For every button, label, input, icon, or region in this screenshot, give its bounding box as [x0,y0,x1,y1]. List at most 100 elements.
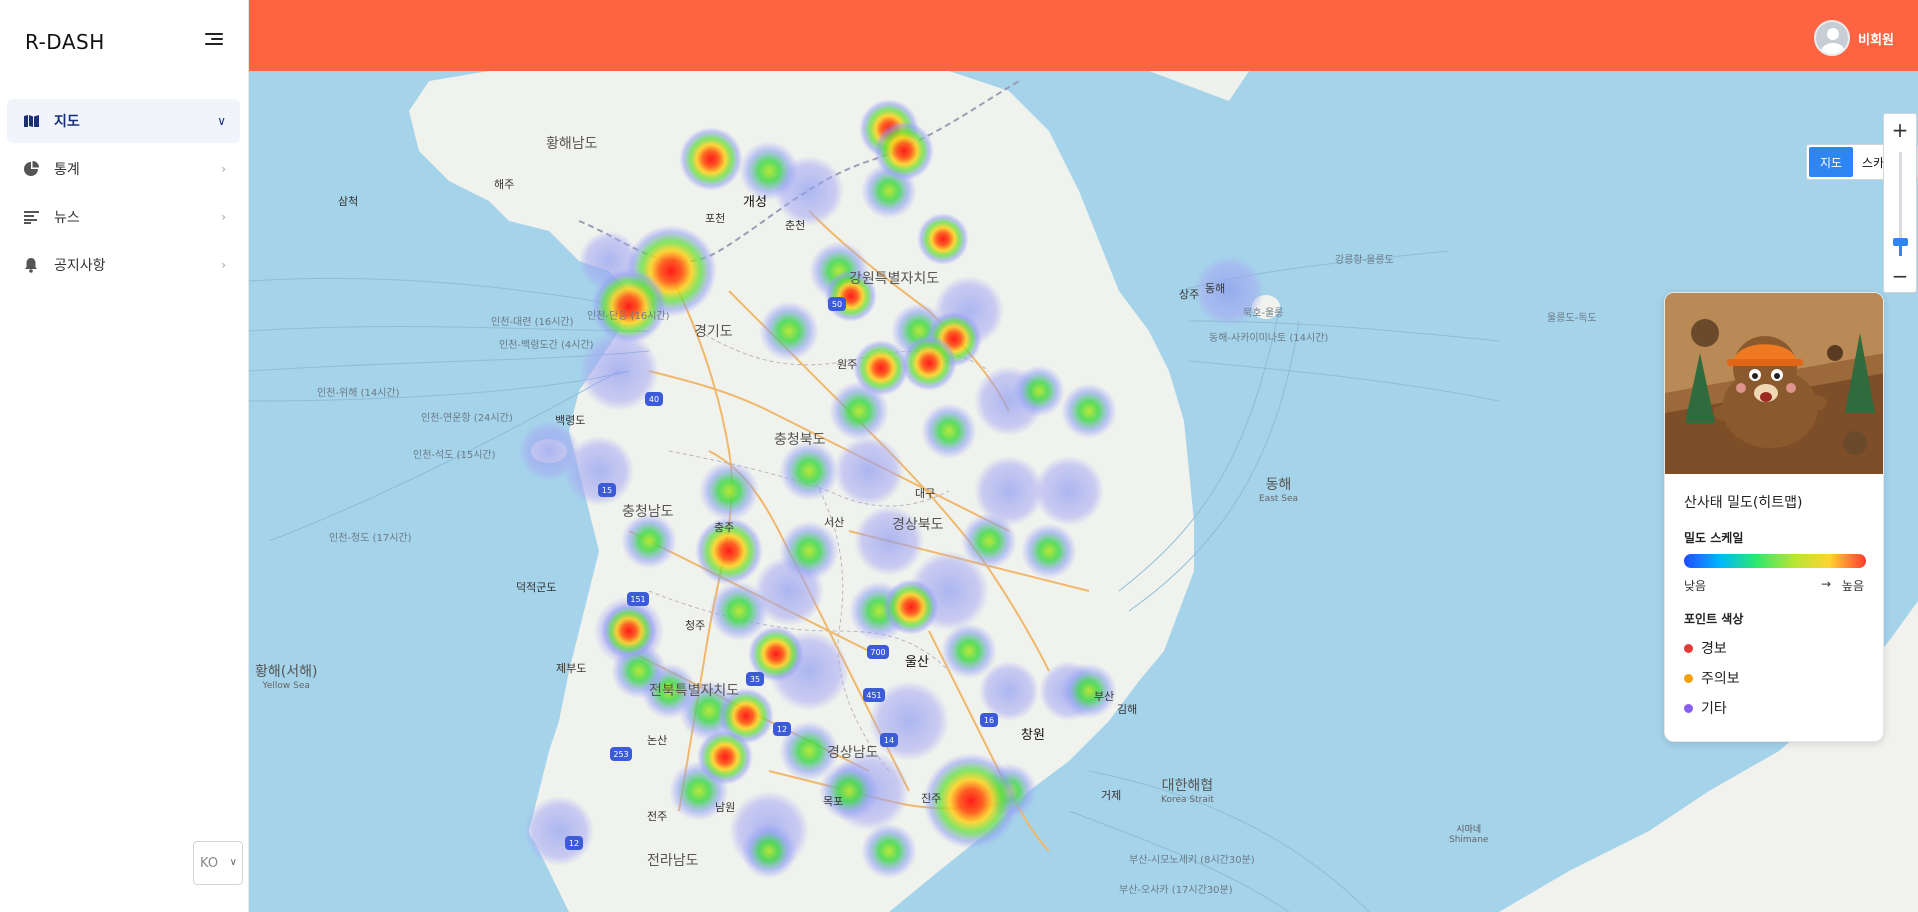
city-label: 원주 [837,358,858,371]
legend-point-label: 기타 [1701,701,1727,717]
user-menu[interactable]: 비회원 [1814,20,1894,56]
avatar[interactable] [1814,20,1851,56]
zoom-in-button[interactable]: + [1884,114,1916,146]
city-label: 덕적군도 [516,581,557,594]
language-select[interactable]: KO ∨ [193,841,243,885]
sidebar-item-notice[interactable]: 공지사항 › [7,243,240,287]
map-type-map-button[interactable]: 지도 [1809,147,1853,177]
point-dot-icon [1684,643,1693,653]
chevron-down-icon: ∨ [217,114,226,128]
route-label: 인천-대련 (16시간) [491,317,574,328]
province-label: 전북특별자치도 [649,683,740,699]
legend-point-warning: 경보 [1684,638,1727,658]
city-label: 논산 [647,734,668,747]
svg-text:15: 15 [602,486,612,495]
legend-point-label: 주의보 [1701,671,1740,687]
city-label: 포천 [705,212,726,225]
route-label: 부산-오사카 (17시간30분) [1119,885,1233,896]
sea-name: 황해(서해) [255,664,318,680]
sidebar-item-stats[interactable]: 통계 › [7,147,240,191]
svg-text:12: 12 [777,725,787,734]
city-label: 창원 [1021,728,1045,743]
sea-name: 시마네 [1456,825,1482,835]
route-label: 인천-석도 (15시간) [413,450,496,461]
svg-text:451: 451 [866,691,881,700]
zoom-slider-handle[interactable] [1893,238,1908,246]
city-label: 울산 [905,655,929,670]
province-label: 충청북도 [774,432,826,448]
sidebar-item-label: 공지사항 [54,258,106,274]
brand-logo[interactable]: R-DASH [25,30,105,54]
city-label: 대구 [915,487,936,500]
sidebar-item-label: 지도 [54,114,80,130]
legend-point-other: 기타 [1684,698,1727,718]
chevron-down-icon: ∨ [229,857,237,868]
legend-scale-title: 밀도 스케일 [1684,531,1744,545]
chevron-right-icon: › [221,162,226,176]
top-header: 비회원 [249,0,1918,71]
city-label: 거제 [1101,789,1122,802]
svg-text:50: 50 [832,300,842,309]
city-label: 백령도 [555,414,586,427]
legend-scale-low: 낮음 [1684,579,1707,593]
svg-text:16: 16 [984,716,994,725]
sidebar-item-map[interactable]: 지도 ∨ [7,99,240,143]
route-label: 울릉도-독도 [1547,313,1597,324]
map-icon [22,112,40,130]
bell-icon [22,256,40,274]
route-label: 인천-백령도간 (4시간) [499,340,594,351]
point-dot-icon [1684,673,1693,683]
heatmap-legend: 산사태 밀도(히트맵) 밀도 스케일 낮음 → 높음 포인트 색상 경보 주의보… [1664,292,1884,742]
svg-text:151: 151 [630,595,645,604]
svg-text:12: 12 [569,839,579,848]
city-label: 서산 [824,516,845,529]
province-label: 전라남도 [647,853,699,869]
sidebar-item-label: 통계 [54,162,80,178]
legend-scale-gradient [1684,554,1866,568]
city-label: 춘천 [785,219,806,232]
legend-scale-high: 높음 [1841,579,1864,593]
sea-name-en: East Sea [1259,494,1299,504]
city-label: 동해 [1205,282,1226,295]
land-island [571,211,607,231]
sea-label-yellow: 황해(서해) Yellow Sea [255,661,317,691]
province-label: 경상북도 [892,517,944,533]
city-label: 전주 [647,810,668,823]
route-label: 인천-연운항 (24시간) [421,413,513,424]
city-label: 목포 [823,795,844,808]
city-label: 김해 [1117,703,1138,716]
city-label: 부산 [1094,690,1115,703]
sidebar: R-DASH 지도 ∨ 통계 › 뉴스 › 공지사항 › KO ∨ [0,0,249,912]
city-label: 남원 [715,801,736,814]
menu-toggle-icon[interactable] [205,32,223,48]
sidebar-menu: 지도 ∨ 통계 › 뉴스 › 공지사항 › [7,99,240,291]
language-value: KO [200,855,219,871]
city-label: 해주 [494,178,515,191]
city-label: 진주 [921,792,942,805]
route-label: 동해-사카이미나토 (14시간) [1209,333,1329,344]
sea-name-en: Shimane [1449,835,1489,845]
zoom-control: + − [1883,113,1917,293]
province-label: 경상남도 [827,745,879,761]
svg-text:253: 253 [613,750,628,759]
arrow-right-icon: → [1821,577,1832,591]
route-label: 강릉항-울릉도 [1335,255,1394,266]
route-label: 부산-시모노세키 (8시간30분) [1129,855,1255,866]
point-dot-icon [1684,703,1693,713]
sidebar-item-news[interactable]: 뉴스 › [7,195,240,239]
sidebar-item-label: 뉴스 [54,210,80,226]
route-label: 인천-단동 (16시간) [587,311,670,322]
sea-label-east: 동해 East Sea [1259,474,1298,504]
pie-chart-icon [22,160,40,178]
city-label: 상주 [1179,288,1200,301]
svg-text:40: 40 [649,395,659,404]
news-list-icon [22,208,40,226]
sea-name: 대한해협 [1161,778,1214,794]
province-label: 충청남도 [622,504,674,520]
zoom-out-button[interactable]: − [1884,260,1916,292]
province-label: 황해남도 [546,136,598,152]
svg-text:700: 700 [870,648,885,657]
route-label: 인천-위해 (14시간) [317,388,400,399]
svg-text:35: 35 [750,675,760,684]
legend-point-title: 포인트 색상 [1684,612,1744,626]
